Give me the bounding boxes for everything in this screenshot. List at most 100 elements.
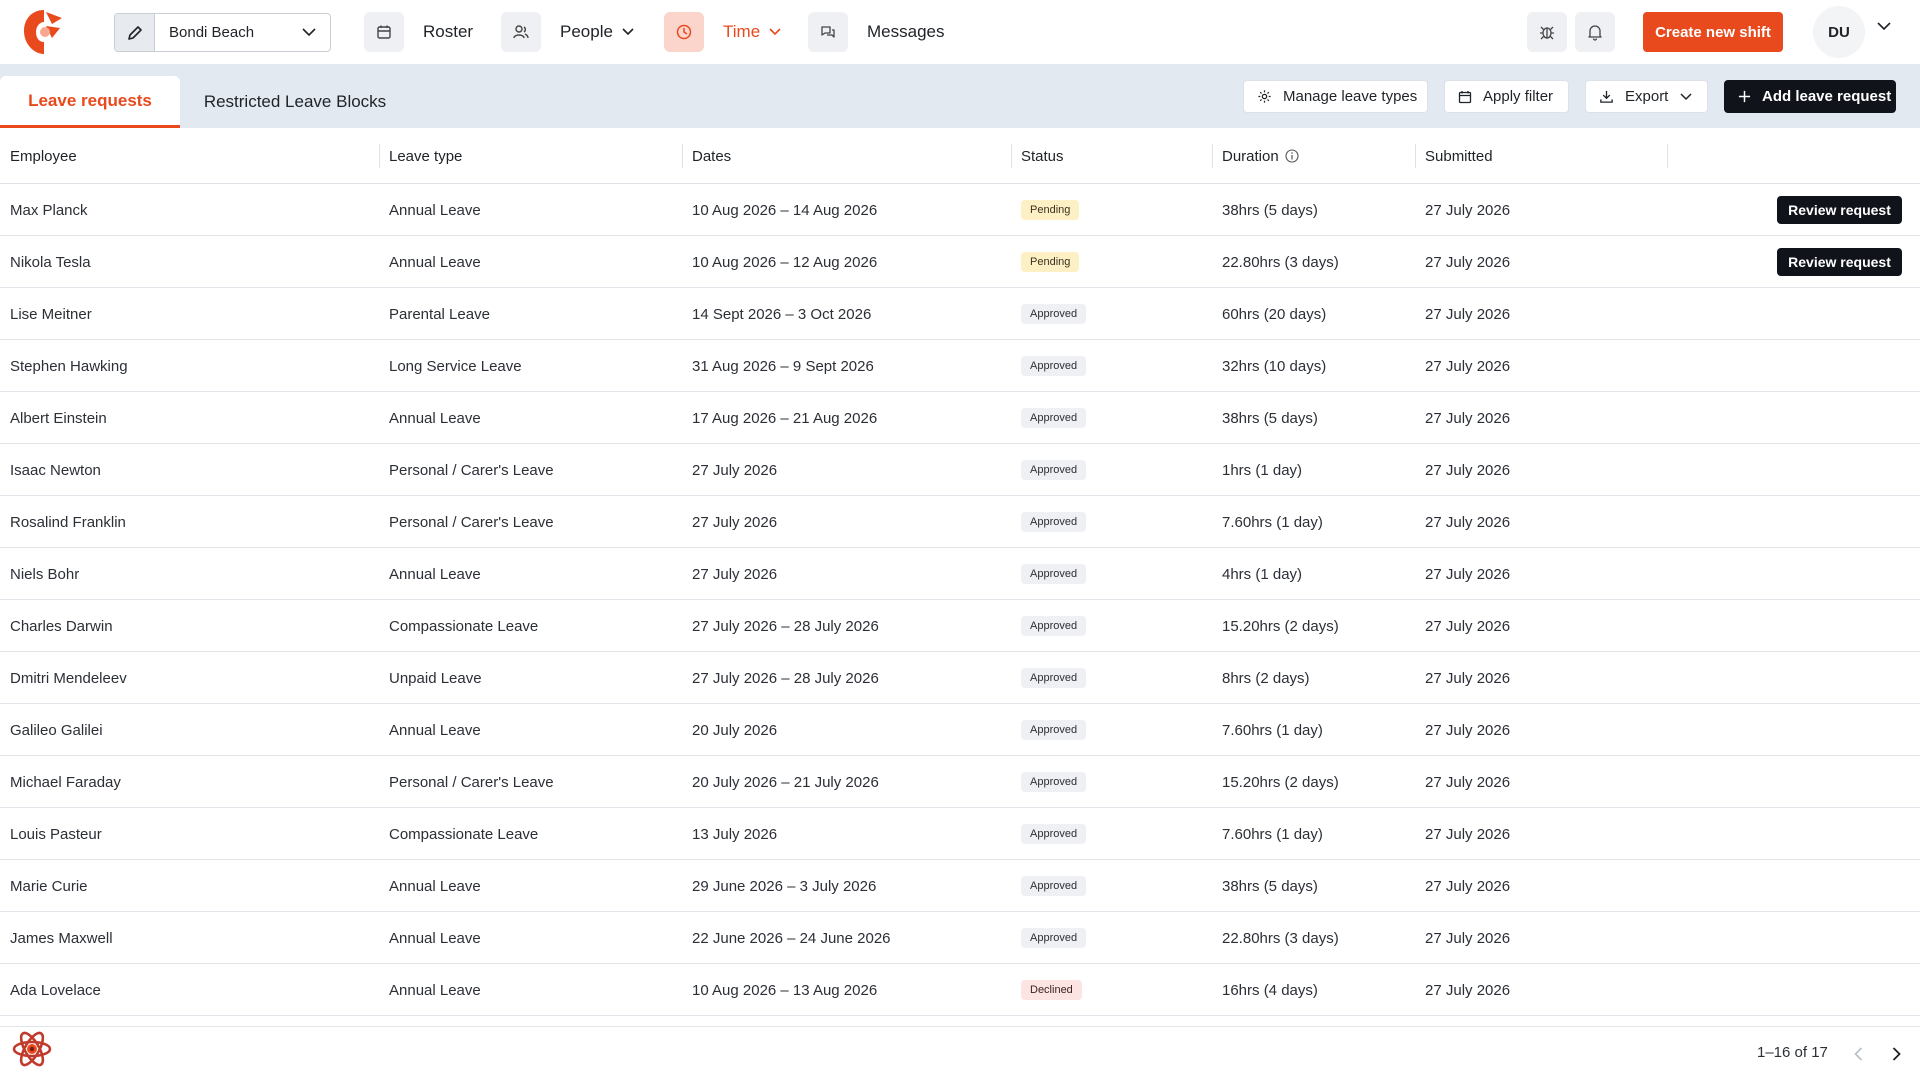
employee-name: Albert Einstein bbox=[10, 409, 107, 427]
submitted-date: 27 July 2026 bbox=[1425, 461, 1511, 479]
leave-dates: 20 July 2026 – 21 July 2026 bbox=[692, 773, 879, 791]
review-request-button[interactable]: Review request bbox=[1777, 196, 1902, 224]
status-cell: Approved bbox=[1021, 340, 1087, 392]
employee-name: Michael Faraday bbox=[10, 773, 121, 791]
leave-type: Annual Leave bbox=[389, 929, 481, 947]
app-logo[interactable] bbox=[22, 8, 66, 56]
status-cell: Approved bbox=[1021, 392, 1087, 444]
tab-leave-requests[interactable]: Leave requests bbox=[0, 76, 180, 128]
table-row[interactable]: James Maxwell Annual Leave 22 June 2026 – … bbox=[0, 912, 1920, 964]
status-badge: Approved bbox=[1021, 564, 1087, 584]
column-header-employee[interactable]: Employee bbox=[10, 128, 77, 184]
status-cell: Approved bbox=[1021, 860, 1087, 912]
table-row[interactable]: Isaac Newton Personal / Carer's Leave 27 J… bbox=[0, 444, 1920, 496]
column-divider bbox=[1667, 144, 1668, 168]
column-header-status[interactable]: Status bbox=[1021, 128, 1064, 184]
status-badge: Approved bbox=[1021, 668, 1087, 688]
people-icon bbox=[501, 12, 541, 52]
chevron-down-icon[interactable] bbox=[1877, 22, 1891, 31]
employee-name: Niels Bohr bbox=[10, 565, 80, 583]
column-header-duration[interactable]: Duration bbox=[1222, 128, 1299, 184]
table-row[interactable]: Stephen Hawking Long Service Leave 31 Aug … bbox=[0, 340, 1920, 392]
table-row[interactable]: Lise Meitner Parental Leave 14 Sept 2026 –… bbox=[0, 288, 1920, 340]
table-row[interactable]: Marie Curie Annual Leave 29 June 2026 – 3 … bbox=[0, 860, 1920, 912]
employee-name: Isaac Newton bbox=[10, 461, 101, 479]
leave-duration: 15.20hrs (2 days) bbox=[1222, 617, 1339, 635]
employee-name: Lise Meitner bbox=[10, 305, 92, 323]
status-badge: Approved bbox=[1021, 408, 1087, 428]
status-badge: Declined bbox=[1021, 980, 1082, 1000]
nav-messages-label: Messages bbox=[867, 22, 945, 41]
nav-time[interactable]: Time bbox=[664, 12, 781, 52]
next-page-button[interactable] bbox=[1882, 1040, 1910, 1068]
user-avatar[interactable]: DU bbox=[1813, 6, 1865, 58]
status-badge: Approved bbox=[1021, 304, 1087, 324]
column-divider bbox=[1011, 144, 1012, 168]
top-navigation-bar: Bondi Beach Roster People Time Messages … bbox=[0, 0, 1920, 64]
table-row[interactable]: Ada Lovelace Annual Leave 10 Aug 2026 – 13… bbox=[0, 964, 1920, 1016]
table-footer bbox=[0, 1026, 1920, 1080]
leave-duration: 4hrs (1 day) bbox=[1222, 565, 1303, 583]
info-icon[interactable] bbox=[1285, 149, 1299, 163]
status-cell: Approved bbox=[1021, 808, 1087, 860]
table-row[interactable]: Rosalind Franklin Personal / Carer's Leav… bbox=[0, 496, 1920, 548]
status-badge: Approved bbox=[1021, 876, 1087, 896]
chevron-down-icon bbox=[622, 28, 634, 36]
create-new-shift-button[interactable]: Create new shift bbox=[1643, 12, 1783, 52]
submitted-date: 27 July 2026 bbox=[1425, 305, 1511, 323]
apply-filter-button[interactable]: Apply filter bbox=[1444, 80, 1569, 113]
status-cell: Approved bbox=[1021, 444, 1087, 496]
tab-restricted-leave-blocks[interactable]: Restricted Leave Blocks bbox=[180, 76, 410, 128]
previous-page-button[interactable] bbox=[1844, 1040, 1872, 1068]
download-icon bbox=[1599, 89, 1614, 104]
location-select[interactable]: Bondi Beach bbox=[114, 13, 331, 52]
nav-people[interactable]: People bbox=[501, 12, 634, 52]
export-label: Export bbox=[1625, 88, 1669, 105]
status-badge: Pending bbox=[1021, 252, 1080, 272]
chevron-right-icon bbox=[1892, 1047, 1901, 1061]
leave-type: Unpaid Leave bbox=[389, 669, 482, 687]
table-row[interactable]: Albert Einstein Annual Leave 17 Aug 2026 –… bbox=[0, 392, 1920, 444]
nav-time-label: Time bbox=[723, 22, 761, 41]
leave-type: Personal / Carer's Leave bbox=[389, 773, 554, 791]
review-request-button[interactable]: Review request bbox=[1777, 248, 1902, 276]
leave-type: Personal / Carer's Leave bbox=[389, 461, 554, 479]
submitted-date: 27 July 2026 bbox=[1425, 201, 1511, 219]
column-header-dates[interactable]: Dates bbox=[692, 128, 731, 184]
leave-type: Compassionate Leave bbox=[389, 617, 539, 635]
status-badge: Approved bbox=[1021, 928, 1087, 948]
submitted-date: 27 July 2026 bbox=[1425, 929, 1511, 947]
notifications-button[interactable] bbox=[1575, 12, 1615, 52]
table-row[interactable]: Dmitri Mendeleev Unpaid Leave 27 July 2026… bbox=[0, 652, 1920, 704]
leave-type: Annual Leave bbox=[389, 253, 481, 271]
status-badge: Pending bbox=[1021, 200, 1080, 220]
chevron-down-icon bbox=[302, 28, 316, 37]
column-header-submitted[interactable]: Submitted bbox=[1425, 128, 1493, 184]
table-row[interactable]: Max Planck Annual Leave 10 Aug 2026 – 14 A… bbox=[0, 184, 1920, 236]
table-row[interactable]: Louis Pasteur Compassionate Leave 13 July … bbox=[0, 808, 1920, 860]
nav-roster[interactable]: Roster bbox=[364, 12, 473, 52]
table-row[interactable]: Nikola Tesla Annual Leave 10 Aug 2026 – 12… bbox=[0, 236, 1920, 288]
export-dropdown[interactable]: Export bbox=[1585, 80, 1708, 113]
leave-duration: 15.20hrs (2 days) bbox=[1222, 773, 1339, 791]
bug-report-button[interactable] bbox=[1527, 12, 1567, 52]
add-leave-request-button[interactable]: Add leave request bbox=[1724, 80, 1896, 113]
leave-dates: 17 Aug 2026 – 21 Aug 2026 bbox=[692, 409, 878, 427]
submitted-date: 27 July 2026 bbox=[1425, 409, 1511, 427]
table-row[interactable]: Michael Faraday Personal / Carer's Leave 2… bbox=[0, 756, 1920, 808]
calendar-icon bbox=[364, 12, 404, 52]
leave-dates: 14 Sept 2026 – 3 Oct 2026 bbox=[692, 305, 872, 323]
leave-dates: 27 July 2026 – 28 July 2026 bbox=[692, 669, 879, 687]
pencil-icon bbox=[115, 14, 155, 51]
table-row[interactable]: Galileo Galilei Annual Leave 20 July 2026 A… bbox=[0, 704, 1920, 756]
atom-logo-icon bbox=[11, 1028, 53, 1070]
column-header-leave-type[interactable]: Leave type bbox=[389, 128, 462, 184]
leave-duration: 38hrs (5 days) bbox=[1222, 201, 1318, 219]
leave-type: Compassionate Leave bbox=[389, 825, 539, 843]
manage-leave-types-button[interactable]: Manage leave types bbox=[1243, 80, 1428, 113]
nav-messages[interactable]: Messages bbox=[808, 12, 944, 52]
table-row[interactable]: Niels Bohr Annual Leave 27 July 2026 Approv… bbox=[0, 548, 1920, 600]
leave-dates: 27 July 2026 bbox=[692, 461, 778, 479]
submitted-date: 27 July 2026 bbox=[1425, 981, 1511, 999]
table-row[interactable]: Charles Darwin Compassionate Leave 27 July… bbox=[0, 600, 1920, 652]
